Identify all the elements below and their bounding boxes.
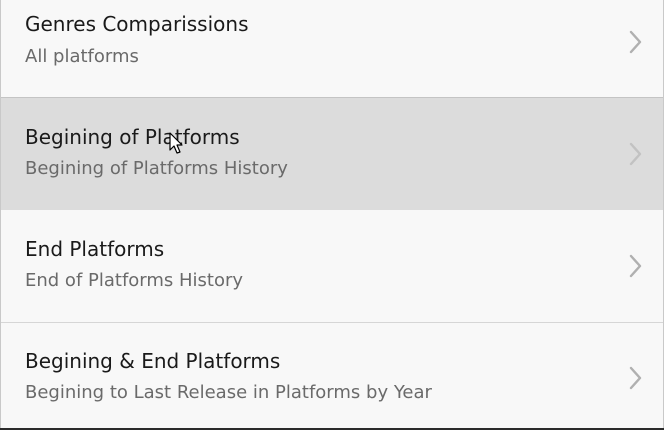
navigation-list: Genres Comparissions All platforms Begin…: [0, 0, 664, 430]
list-item-begining-of-platforms[interactable]: Begining of Platforms Begining of Platfo…: [1, 98, 663, 210]
list-item-subtitle: Begining to Last Release in Platforms by…: [25, 382, 432, 403]
mouse-pointer-icon: [169, 132, 183, 154]
list-item-subtitle: Begining of Platforms History: [25, 158, 288, 179]
list-item-title: Begining of Platforms: [25, 125, 240, 149]
chevron-right-icon: [629, 254, 642, 278]
chevron-right-icon: [629, 142, 642, 166]
list-item-subtitle: All platforms: [25, 46, 139, 67]
list-item-begining-and-end-platforms[interactable]: Begining & End Platforms Begining to Las…: [1, 323, 663, 428]
list-item-end-platforms[interactable]: End Platforms End of Platforms History: [1, 210, 663, 322]
list-item-genres-comparisons[interactable]: Genres Comparissions All platforms: [1, 0, 663, 97]
list-item-title: End Platforms: [25, 237, 165, 261]
list-item-title: Genres Comparissions: [25, 12, 249, 36]
list-item-title: Begining & End Platforms: [25, 349, 281, 373]
list-item-subtitle: End of Platforms History: [25, 270, 244, 291]
chevron-right-icon: [629, 30, 642, 54]
chevron-right-icon: [629, 366, 642, 390]
